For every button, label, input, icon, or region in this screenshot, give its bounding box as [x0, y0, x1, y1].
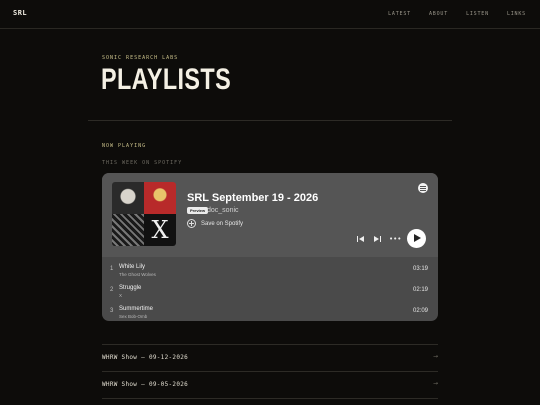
track-number: 3: [110, 308, 114, 314]
next-track-icon[interactable]: [373, 235, 381, 243]
track-name: White Lily: [119, 264, 146, 270]
track-name: Struggle: [119, 285, 142, 291]
nav-link-latest[interactable]: LATEST: [388, 11, 411, 17]
track-number: 2: [110, 287, 114, 293]
arrow-right-icon: →: [432, 353, 438, 360]
cover-tile-2: [144, 182, 176, 214]
show-link-label: WHRW Show — 09-05-2026: [102, 381, 189, 388]
show-link-row[interactable]: [102, 398, 438, 405]
nav-link-listen[interactable]: LISTEN: [466, 11, 489, 17]
track-number: 1: [110, 266, 114, 272]
track-row[interactable]: 2 Struggle X 02:19: [102, 278, 438, 299]
player-controls: •••: [349, 229, 426, 248]
cover-tile-3: [112, 214, 144, 246]
show-link-label: WHRW Show — 09-12-2026: [102, 354, 189, 361]
cover-tile-4: X: [144, 214, 176, 246]
track-artist: X: [119, 293, 123, 298]
spotify-embed: X SRL September 19 - 2026 Preview doc_so…: [102, 173, 438, 321]
save-label: Save on Spotify: [201, 220, 244, 227]
playlist-owner[interactable]: doc_sonic: [207, 207, 239, 214]
cover-letter: X: [151, 216, 169, 244]
show-link-row[interactable]: WHRW Show — 09-05-2026 →: [102, 371, 438, 397]
arrow-right-icon: →: [432, 380, 438, 387]
now-playing-label: NOW PLAYING: [102, 143, 147, 149]
more-options-icon[interactable]: •••: [389, 235, 401, 243]
show-link-row[interactable]: WHRW Show — 09-12-2026 →: [102, 344, 438, 370]
cover-tile-1: [112, 182, 144, 214]
track-name: Summertime: [119, 306, 154, 312]
playlist-cover[interactable]: X: [112, 182, 176, 246]
track-duration: 03:19: [412, 266, 428, 272]
track-artist: Sex Bob-Omb: [119, 314, 148, 319]
track-duration: 02:19: [412, 287, 428, 293]
this-week-label: THIS WEEK ON SPOTIFY: [102, 160, 183, 166]
track-list: 1 White Lily The Ghost Wolves 03:19 2 St…: [102, 257, 438, 320]
save-on-spotify-button[interactable]: Save on Spotify: [187, 219, 243, 228]
page-eyebrow: SONIC RESEARCH LABS: [102, 55, 179, 61]
playlist-title[interactable]: SRL September 19 - 2026: [187, 192, 318, 204]
play-button[interactable]: [407, 229, 426, 248]
nav-link-about[interactable]: ABOUT: [429, 11, 448, 17]
preview-badge: Preview: [187, 207, 209, 214]
spotify-logo-icon[interactable]: [418, 183, 428, 193]
track-artist: The Ghost Wolves: [119, 272, 156, 277]
track-duration: 02:09: [412, 308, 428, 314]
nav-link-links[interactable]: LINKS: [507, 11, 526, 17]
top-navigation: SRL LATEST ABOUT LISTEN LINKS: [0, 0, 540, 29]
divider: [88, 120, 452, 121]
previous-track-icon[interactable]: [357, 235, 365, 243]
site-logo[interactable]: SRL: [13, 9, 27, 17]
nav-links: LATEST ABOUT LISTEN LINKS: [370, 11, 526, 17]
track-row[interactable]: 1 White Lily The Ghost Wolves 03:19: [102, 257, 438, 278]
add-circle-icon: [187, 219, 196, 228]
page-title: PLAYLISTS: [101, 63, 232, 96]
track-row[interactable]: 3 Summertime Sex Bob-Omb 02:09: [102, 299, 438, 320]
embed-header: X SRL September 19 - 2026 Preview doc_so…: [102, 173, 438, 257]
